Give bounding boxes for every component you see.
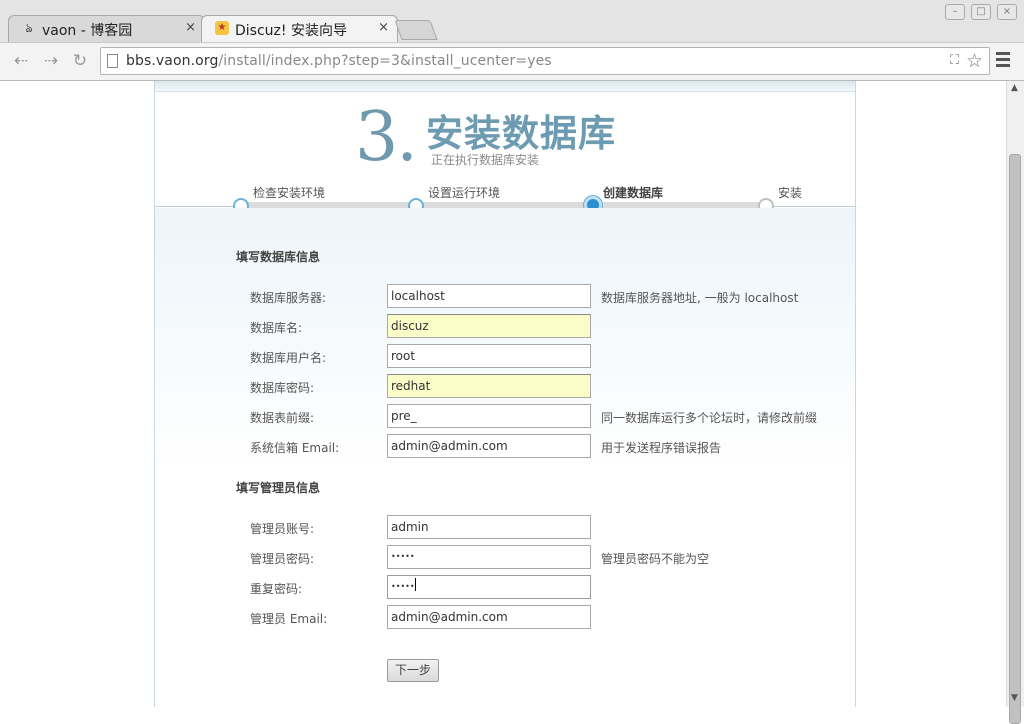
page-icon bbox=[107, 54, 118, 68]
discuz-icon: ★ bbox=[215, 21, 229, 35]
field-hint: 用于发送程序错误报告 bbox=[601, 441, 722, 455]
repeat-password-value: ••••• bbox=[391, 582, 415, 591]
db-password-input[interactable]: redhat bbox=[387, 374, 591, 398]
field-label: 管理员 Email: bbox=[250, 612, 328, 626]
tab-discuz-install[interactable]: ★ Discuz! 安装向导 × bbox=[201, 15, 398, 43]
scroll-down-icon[interactable]: ▼ bbox=[1011, 693, 1018, 703]
field-label: 数据表前缀: bbox=[250, 411, 315, 425]
back-icon[interactable]: ⇠ bbox=[8, 49, 34, 73]
field-label: 数据库服务器: bbox=[250, 291, 327, 305]
scrollbar-thumb[interactable] bbox=[1009, 154, 1021, 724]
scroll-up-icon[interactable]: ▲ bbox=[1011, 83, 1018, 93]
minimize-button[interactable]: – bbox=[945, 4, 965, 20]
close-window-button[interactable]: × bbox=[997, 4, 1017, 20]
db-section-title: 填写数据库信息 bbox=[236, 250, 321, 264]
field-hint: 数据库服务器地址, 一般为 localhost bbox=[601, 291, 799, 305]
field-hint: 管理员密码不能为空 bbox=[601, 552, 710, 566]
field-label: 数据库用户名: bbox=[250, 351, 327, 365]
progress-step-label: 创建数据库 bbox=[603, 186, 664, 200]
next-step-button[interactable]: 下一步 bbox=[387, 659, 439, 682]
bookmark-star-icon[interactable]: ☆ bbox=[966, 50, 983, 72]
header-band bbox=[155, 81, 855, 92]
field-hint: 同一数据库运行多个论坛时，请修改前缀 bbox=[601, 411, 818, 425]
tab-vaon-blog[interactable]: ঌ vaon - 博客园 × bbox=[8, 15, 205, 42]
db-name-input[interactable]: discuz bbox=[387, 314, 591, 338]
admin-email-input[interactable]: admin@admin.com bbox=[387, 605, 591, 629]
field-label: 管理员账号: bbox=[250, 522, 315, 536]
menu-icon[interactable] bbox=[996, 52, 1010, 70]
admin-section-title: 填写管理员信息 bbox=[236, 481, 321, 495]
page-scrollbar[interactable]: ▲ ▼ bbox=[1006, 81, 1024, 724]
translate-icon[interactable]: ⛶ bbox=[950, 53, 959, 68]
url-path: /install/index.php?step=3&install_ucente… bbox=[218, 53, 552, 69]
field-label: 系统信箱 Email: bbox=[250, 441, 340, 455]
browser-toolbar: ⇠ ⇢ ↻ bbs.vaon.org/install/index.php?ste… bbox=[0, 42, 1024, 80]
forward-icon[interactable]: ⇢ bbox=[38, 49, 64, 73]
tab-title: vaon - 博客园 bbox=[42, 23, 133, 39]
field-label: 数据库名: bbox=[250, 321, 303, 335]
progress-step-label: 检查安装环境 bbox=[253, 186, 326, 200]
field-label: 管理员密码: bbox=[250, 552, 315, 566]
field-label: 数据库密码: bbox=[250, 381, 315, 395]
field-label: 重复密码: bbox=[250, 582, 303, 596]
address-bar[interactable]: bbs.vaon.org/install/index.php?step=3&in… bbox=[100, 47, 990, 75]
browser-chrome: ঌ vaon - 博客园 × ★ Discuz! 安装向导 × – □ × ⇠ … bbox=[0, 0, 1024, 81]
cnblogs-icon: ঌ bbox=[25, 21, 33, 35]
admin-username-input[interactable]: admin bbox=[387, 515, 591, 539]
db-host-input[interactable]: localhost bbox=[387, 284, 591, 308]
page-viewport: 3. 安装数据库 正在执行数据库安装 检查安装环境 设置运行环境 创建数据库 安… bbox=[0, 81, 1006, 707]
repeat-password-input[interactable]: ••••• bbox=[387, 575, 591, 599]
tab-title: Discuz! 安装向导 bbox=[235, 23, 347, 39]
system-email-input[interactable]: admin@admin.com bbox=[387, 434, 591, 458]
step-number: 3. bbox=[355, 98, 418, 177]
url-text: bbs.vaon.org/install/index.php?step=3&in… bbox=[126, 53, 552, 69]
install-wizard: 3. 安装数据库 正在执行数据库安装 检查安装环境 设置运行环境 创建数据库 安… bbox=[154, 81, 856, 707]
tab-strip: ঌ vaon - 博客园 × ★ Discuz! 安装向导 × – □ × bbox=[0, 0, 1024, 43]
admin-password-input[interactable]: ••••• bbox=[387, 545, 591, 569]
table-prefix-input[interactable]: pre_ bbox=[387, 404, 591, 428]
step-subtitle: 正在执行数据库安装 bbox=[431, 153, 540, 167]
tab-close-icon[interactable]: × bbox=[185, 21, 196, 35]
progress-step-label: 设置运行环境 bbox=[428, 186, 501, 200]
url-host: bbs.vaon.org bbox=[126, 53, 219, 69]
text-caret bbox=[414, 578, 416, 591]
maximize-button[interactable]: □ bbox=[971, 4, 991, 20]
install-form: 填写数据库信息 数据库服务器: localhost 数据库服务器地址, 一般为 … bbox=[155, 208, 855, 707]
tab-close-icon[interactable]: × bbox=[378, 21, 389, 35]
new-tab-button[interactable] bbox=[394, 20, 438, 40]
step-title: 安装数据库 bbox=[426, 112, 616, 155]
reload-icon[interactable]: ↻ bbox=[67, 49, 93, 73]
progress-step-label: 安装 bbox=[778, 186, 803, 200]
db-user-input[interactable]: root bbox=[387, 344, 591, 368]
